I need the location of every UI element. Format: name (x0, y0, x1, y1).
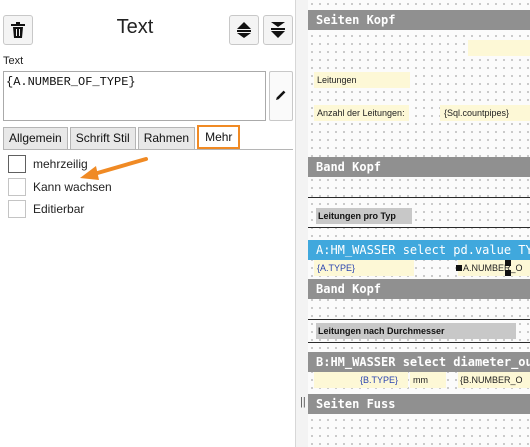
editierbar-checkbox[interactable] (8, 200, 26, 218)
panel-title: Text (116, 16, 154, 38)
field-leitungen[interactable]: Leitungen (314, 72, 410, 88)
text-expression-input[interactable]: {A.NUMBER_OF_TYPE} (3, 71, 266, 121)
band-seiten-fuss[interactable]: Seiten Fuss (308, 394, 530, 414)
report-design-surface[interactable]: Seiten Kopf Leitungen Anzahl der Leitung… (308, 0, 530, 447)
delete-button[interactable] (3, 15, 33, 45)
edit-expression-button[interactable] (269, 71, 293, 121)
mehrzeilig-checkbox[interactable] (8, 155, 26, 173)
separator-line (308, 197, 530, 198)
label-leitungen-pro-typ[interactable]: Leitungen pro Typ (316, 208, 412, 224)
field-count-pipes[interactable]: {Sql.countpipes} (440, 105, 530, 121)
field-a-type[interactable]: {A.TYPE} (314, 260, 414, 276)
send-backward-button[interactable] (263, 15, 293, 45)
band-kopf-2[interactable]: Band Kopf (308, 279, 530, 299)
panel-splitter[interactable] (296, 0, 308, 447)
label-leitungen-nach-durchmesser[interactable]: Leitungen nach Durchmesser (316, 323, 516, 339)
separator-line (308, 227, 530, 228)
tab-mehr[interactable]: Mehr (197, 125, 241, 149)
tab-content-mehr: mehrzeilig Kann wachsen Editierbar (3, 149, 293, 444)
editierbar-label: Editierbar (33, 202, 85, 216)
kann-wachsen-checkbox[interactable] (8, 178, 26, 196)
pencil-icon (275, 89, 287, 104)
selection-handle[interactable] (456, 265, 462, 271)
tab-schrift-stil[interactable]: Schrift Stil (69, 127, 136, 149)
bring-forward-button[interactable] (229, 15, 259, 45)
band-kopf-1[interactable]: Band Kopf (308, 157, 530, 177)
field-anzahl-label[interactable]: Anzahl der Leitungen: (314, 105, 409, 121)
property-tabs: Allgemein Schrift Stil Rahmen Mehr (3, 125, 242, 149)
field-b-type[interactable]: {B.TYPE} (314, 372, 408, 388)
selection-handle[interactable] (505, 270, 511, 276)
tab-rahmen[interactable]: Rahmen (137, 127, 196, 149)
send-backward-icon (270, 21, 286, 39)
splitter-grip[interactable]: || (300, 396, 306, 408)
separator-line (308, 319, 530, 320)
bring-forward-icon (236, 21, 252, 39)
separator-line (308, 342, 530, 343)
field-a-number[interactable]: A.NUMBER_O (458, 260, 530, 276)
band-data-a[interactable]: A:HM_WASSER select pd.value TYPE, (308, 240, 530, 260)
page-header-field[interactable] (468, 40, 530, 56)
trash-icon (11, 22, 25, 38)
tab-allgemein[interactable]: Allgemein (3, 127, 68, 149)
band-seiten-kopf[interactable]: Seiten Kopf (308, 10, 530, 30)
field-b-number[interactable]: {B.NUMBER_O (458, 372, 530, 388)
option-editierbar[interactable]: Editierbar (8, 200, 84, 218)
property-panel: Text Text {A.NUMBER_OF_TYPE} Allgemein S… (0, 0, 296, 447)
callout-arrow-icon (80, 157, 148, 180)
text-field-label: Text (3, 55, 24, 67)
selection-handle[interactable] (505, 260, 511, 266)
field-mm[interactable]: mm (410, 372, 446, 388)
band-data-b[interactable]: B:HM_WASSER select diameter_outs: (308, 352, 530, 372)
